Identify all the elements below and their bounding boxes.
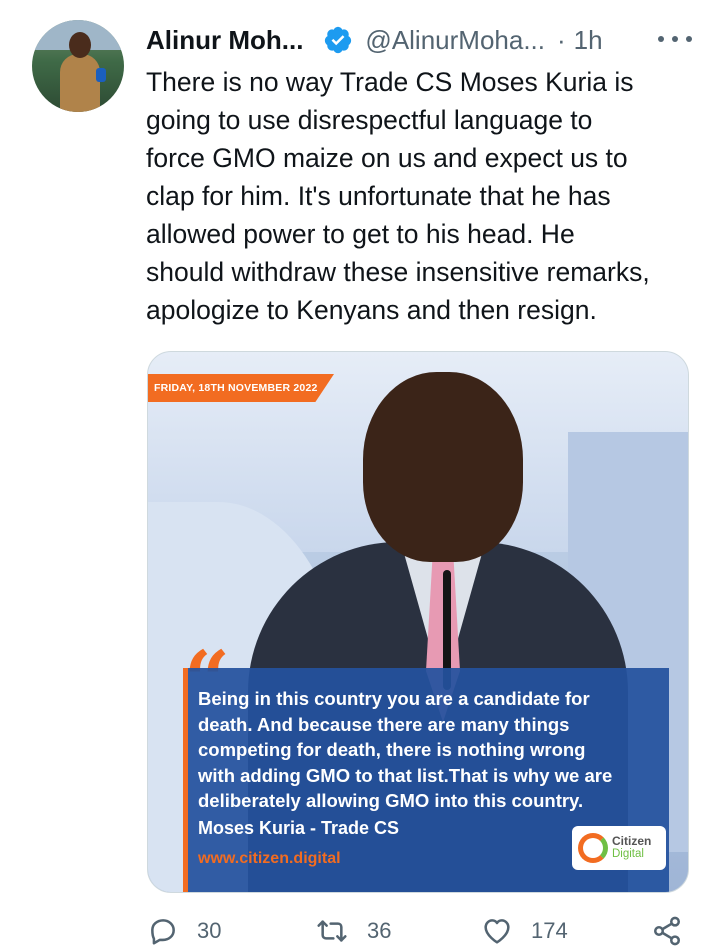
avatar-figure-head <box>69 32 91 58</box>
reply-count: 30 <box>197 918 222 943</box>
heart-icon <box>484 919 510 944</box>
tweet-timestamp[interactable]: 1h <box>574 25 603 56</box>
citizen-digital-logo: Citizen Digital <box>572 826 666 870</box>
source-url: www.citizen.digital <box>198 850 341 867</box>
separator-dot: · <box>557 24 566 55</box>
quote-author: Moses Kuria - Trade CS <box>198 818 400 838</box>
retweet-count: 36 <box>367 918 392 943</box>
author-name[interactable]: Alinur Moh... <box>146 25 303 56</box>
like-count: 174 <box>531 918 568 943</box>
more-options-icon[interactable] <box>658 24 692 54</box>
share-button[interactable] <box>651 915 683 947</box>
retweet-icon <box>317 920 347 942</box>
avatar-figure-body <box>60 54 100 112</box>
retweet-button[interactable]: 36 <box>315 915 391 947</box>
date-tag: FRIDAY, 18TH NOVEMBER 2022 <box>148 374 334 402</box>
logo-text-line2: Digital <box>612 848 644 860</box>
avatar-microphone <box>96 68 106 82</box>
reply-button[interactable]: 30 <box>147 915 221 947</box>
author-handle[interactable]: @AlinurMoha... <box>365 25 545 56</box>
reply-icon <box>151 919 175 945</box>
author-avatar[interactable] <box>32 20 124 112</box>
like-button[interactable]: 174 <box>481 915 568 947</box>
quote-box: Being in this country you are a candidat… <box>183 668 669 892</box>
tweet-media-image[interactable]: FRIDAY, 18TH NOVEMBER 2022 “ Being in th… <box>147 351 689 893</box>
speaker-head <box>363 372 523 562</box>
share-icon <box>654 916 680 946</box>
tweet-text: There is no way Trade CS Moses Kuria is … <box>146 67 650 325</box>
tweet-actions: 30 36 174 <box>147 915 687 951</box>
logo-text-line1: Citizen <box>612 834 652 848</box>
logo-mark-icon <box>578 833 608 863</box>
quote-text: Being in this country you are a candidat… <box>198 688 613 811</box>
verified-badge-icon <box>323 25 353 55</box>
tweet-header: Alinur Moh... @AlinurMoha... · 1h <box>146 22 692 58</box>
